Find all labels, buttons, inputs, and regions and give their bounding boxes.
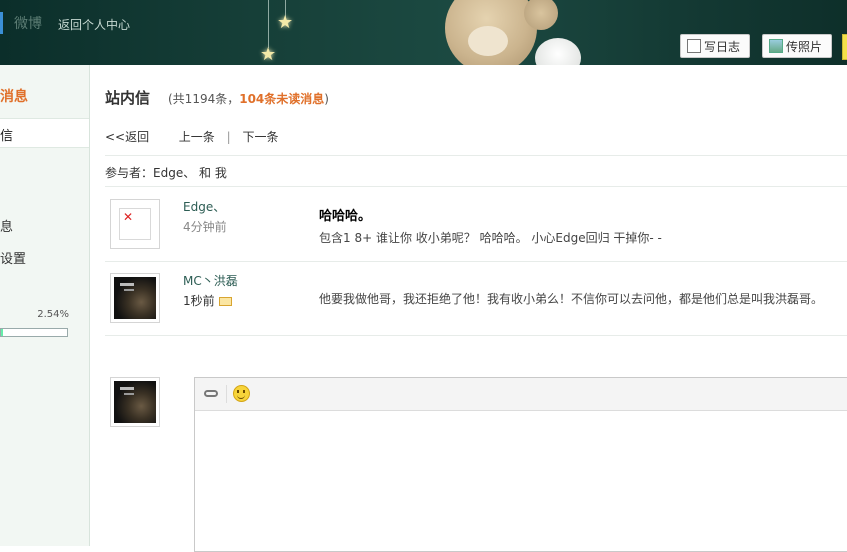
sender-name[interactable]: MC丶洪磊 [183,272,238,289]
pencil-doc-icon [687,39,701,53]
broken-image-icon: ✕ [119,208,151,240]
message-body: 包含1 8+ 谁让你 收小弟呢？ 哈哈哈。 小心Edge回归 干掉你- - [319,231,662,245]
back-to-profile-link[interactable]: 返回个人中心 [58,16,130,33]
prev-link[interactable]: 上一条 [179,130,215,144]
header-banner: 微博 返回个人中心 ★ ★ 写日志 传照片 [0,0,847,65]
sidebar-item-label: 信 [0,129,14,144]
bunny-illustration [535,38,581,65]
link-icon[interactable] [204,390,218,397]
participants: 参与者：Edge、 和 我 [105,166,227,180]
sender-avatar[interactable] [110,273,160,323]
message-count-summary: (共1194条，104条未读消息) [168,90,329,107]
sidebar-item-notifications[interactable]: 息 [0,216,13,235]
sidebar: 消息 信 息 设置 2.54% [0,65,90,546]
next-link[interactable]: 下一条 [243,130,279,144]
message-time: 4分钟前 [183,220,227,234]
message-body: 他要我做他哥，我还拒绝了他！我有收小弟么！不信你可以去问他，都是他们总是叫我洪磊… [319,292,824,306]
upload-photo-button[interactable]: 传照片 [762,34,832,58]
wolf-avatar-image [114,381,156,423]
message-nav: <<返回 上一条 | 下一条 [105,128,279,145]
star-icon: ★ [277,12,294,33]
photo-icon [769,39,783,53]
brand-logo[interactable]: 微博 [14,13,42,33]
message-subject: 哈哈哈。 [319,209,372,224]
envelope-icon [218,297,232,306]
message-count-prefix: (共1194条， [168,92,240,106]
page-title: 站内信 [105,89,151,107]
smiley-icon[interactable] [233,385,250,402]
my-avatar [110,377,160,427]
bear-ear-illustration [524,0,558,30]
decor-string [268,0,269,48]
write-blog-button[interactable]: 写日志 [680,34,750,58]
star-icon: ★ [260,44,277,65]
editor-toolbar [195,378,847,411]
main-content: 站内信 (共1194条，104条未读消息) <<返回 上一条 | 下一条 参与者… [90,65,847,552]
storage-percent: 2.54% [37,309,69,320]
upload-photo-label: 传照片 [786,39,823,54]
message-time: 1秒前 [183,294,215,308]
sidebar-item-settings[interactable]: 设置 [0,248,26,267]
sidebar-item-inbox[interactable]: 信 [0,118,89,148]
divider [105,155,847,156]
sender-name[interactable]: Edge、 [183,198,225,215]
message-time-row: 1秒前 [183,292,232,309]
sender-avatar[interactable]: ✕ [110,199,160,249]
storage-progress-fill [1,329,3,336]
sidebar-category-messages[interactable]: 消息 [0,86,28,106]
nav-separator: | [226,130,231,144]
unread-count-link[interactable]: 104条未读消息 [239,92,324,106]
brand-accent-bar [0,12,3,34]
reply-editor[interactable] [194,377,847,552]
divider [105,186,847,187]
wolf-avatar-image [114,277,156,319]
back-link[interactable]: <<返回 [105,130,149,144]
more-button[interactable] [842,34,847,60]
divider [105,335,847,336]
write-blog-label: 写日志 [704,39,741,54]
storage-progress-bar [0,328,68,337]
divider [105,261,847,262]
bear-snout-illustration [468,26,508,56]
message-count-suffix: ) [324,92,329,106]
toolbar-separator [226,385,227,403]
